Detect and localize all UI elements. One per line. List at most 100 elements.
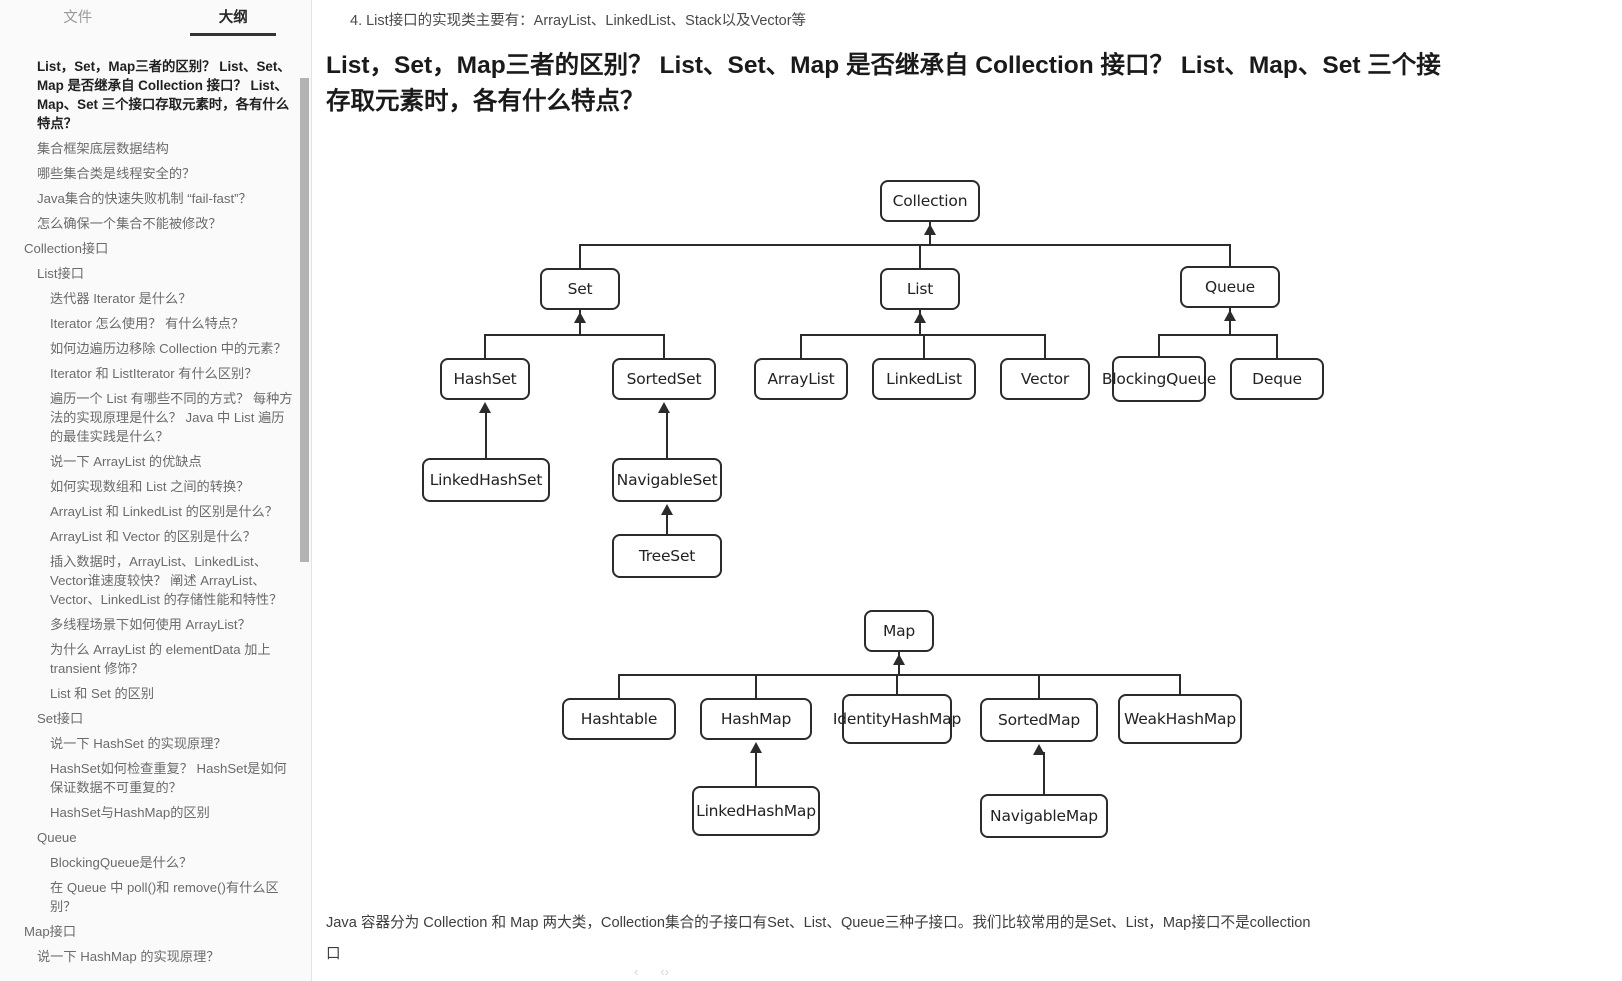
outline-item[interactable]: 如何实现数组和 List 之间的转换？: [0, 474, 311, 499]
outline-item[interactable]: 多线程场景下如何使用 ArrayList？: [0, 612, 311, 637]
tab-outline[interactable]: 大纲: [156, 8, 312, 36]
outline-item[interactable]: 在 Queue 中 poll()和 remove()有什么区别？: [0, 875, 311, 919]
arrow-to-sortedset: [658, 402, 670, 413]
diagram-node-deque: Deque: [1230, 358, 1324, 400]
outline-item-label: Collection接口: [24, 241, 109, 256]
outline-item-label: 遍历一个 List 有哪些不同的方式？ 每种方法的实现原理是什么？ Java 中…: [50, 391, 293, 444]
outline-item[interactable]: 遍历一个 List 有哪些不同的方式？ 每种方法的实现原理是什么？ Java 中…: [0, 386, 311, 449]
outline-item[interactable]: 怎么确保一个集合不能被修改？: [0, 211, 311, 236]
diagram-node-identityhashmap: IdentityHashMap: [833, 694, 961, 744]
edge-set-bus: [484, 334, 665, 336]
outline-item[interactable]: 集合框架底层数据结构: [0, 136, 311, 161]
outline-item-label: 在 Queue 中 poll()和 remove()有什么区别？: [50, 880, 279, 914]
diagram-node-linkedhashset: LinkedHashSet: [422, 458, 550, 502]
diagram-node-navigableset: NavigableSet: [612, 458, 722, 502]
outline-item-label: 多线程场景下如何使用 ArrayList？: [50, 617, 251, 632]
edge-weakhashmap-drop: [1179, 674, 1181, 694]
outline-item-label: Map接口: [24, 924, 77, 939]
outline-item-label: List，Set，Map三者的区别？ List、Set、Map 是否继承自 Co…: [37, 59, 291, 131]
code-view-icon[interactable]: ‹›: [660, 965, 669, 979]
edge-treeset: [666, 512, 668, 534]
page-title-line2: 存取元素时，各有什么特点？: [326, 88, 645, 115]
outline-item[interactable]: 说一下 HashMap 的实现原理？: [0, 944, 311, 969]
arrow-to-sortedmap: [1033, 744, 1045, 755]
edge-bq-drop: [1158, 334, 1160, 356]
edge-hashset-drop: [484, 334, 486, 358]
outline-item[interactable]: Java集合的快速失败机制 “fail-fast”？: [0, 186, 311, 211]
outline-item[interactable]: HashSet如何检查重复？ HashSet是如何保证数据不可重复的？: [0, 756, 311, 800]
diagram-node-hashset: HashSet: [440, 358, 530, 400]
arrow-to-navigableset: [661, 504, 673, 515]
outline-item-label: 迭代器 Iterator 是什么？: [50, 291, 192, 306]
outline-item-label: 说一下 HashSet 的实现原理？: [50, 736, 227, 751]
diagram-node-vector: Vector: [1000, 358, 1090, 400]
outline-item-label: Java集合的快速失败机制 “fail-fast”？: [37, 191, 252, 206]
edge-sortedmap-drop: [1038, 674, 1040, 698]
edge-navigablemap: [1043, 752, 1045, 794]
outline-list: List，Set，Map三者的区别？ List、Set、Map 是否继承自 Co…: [0, 44, 311, 981]
diagram-node-arraylist: ArrayList: [754, 358, 848, 400]
edge-linkedhashmap: [755, 750, 757, 786]
outline-item[interactable]: 为什么 ArrayList 的 elementData 加上 transient…: [0, 637, 311, 681]
diagram-node-queue: Queue: [1180, 266, 1280, 308]
edge-map-bus: [618, 674, 1181, 676]
outline-item[interactable]: Set接口: [0, 706, 311, 731]
app-root: 文件 大纲 List，Set，Map三者的区别？ List、Set、Map 是否…: [0, 0, 1622, 981]
arrow-to-queue: [1224, 310, 1236, 321]
outline-item[interactable]: 说一下 ArrayList 的优缺点: [0, 449, 311, 474]
tab-active-underline: [190, 33, 277, 36]
outline-item-label: List接口: [37, 266, 84, 281]
trailing-paragraph: Java 容器分为 Collection 和 Map 两大类，Collectio…: [326, 908, 1576, 970]
arrow-to-list: [914, 312, 926, 323]
outline-item[interactable]: HashSet与HashMap的区别: [0, 800, 311, 825]
outline-item[interactable]: List 和 Set 的区别: [0, 681, 311, 706]
outline-item[interactable]: Collection接口: [0, 236, 311, 261]
outline-item[interactable]: BlockingQueue是什么？: [0, 850, 311, 875]
outline-item[interactable]: Iterator 和 ListIterator 有什么区别？: [0, 361, 311, 386]
edge-deque-drop: [1276, 334, 1278, 358]
tab-files[interactable]: 文件: [0, 8, 156, 36]
outline-item-label: Queue: [37, 830, 77, 845]
sidebar-scrollbar-track[interactable]: [300, 40, 310, 981]
diagram-node-collection: Collection: [880, 180, 980, 222]
diagram-node-linkedhashmap: LinkedHashMap: [692, 786, 820, 836]
edge-vector-drop: [1044, 334, 1046, 358]
collection-hierarchy-diagram: Collection Set List Queue HashSet SortedSet Ar…: [312, 150, 1422, 890]
outline-item-label: 说一下 HashMap 的实现原理？: [37, 949, 220, 964]
arrow-to-hashmap: [750, 742, 762, 753]
outline-item[interactable]: Iterator 怎么使用？ 有什么特点？: [0, 311, 311, 336]
bottom-toolbar: ‹ ‹›: [634, 965, 669, 979]
edge-queue-bus: [1158, 334, 1278, 336]
outline-item[interactable]: 哪些集合类是线程安全的？: [0, 161, 311, 186]
outline-item-label: 如何实现数组和 List 之间的转换？: [50, 479, 250, 494]
outline-item-label: HashSet与HashMap的区别: [50, 805, 210, 820]
outline-item-label: 为什么 ArrayList 的 elementData 加上 transient…: [50, 642, 271, 676]
outline-item[interactable]: List，Set，Map三者的区别？ List、Set、Map 是否继承自 Co…: [0, 54, 311, 136]
outline-item[interactable]: Map接口: [0, 919, 311, 944]
outline-item[interactable]: ArrayList 和 Vector 的区别是什么？: [0, 524, 311, 549]
sidebar-scrollbar-thumb[interactable]: [300, 78, 309, 562]
edge-list-drop: [919, 244, 921, 268]
outline-item[interactable]: List接口: [0, 261, 311, 286]
edge-arraylist-drop: [800, 334, 802, 358]
edge-navigableset: [666, 410, 668, 458]
edge-set-drop: [579, 244, 581, 268]
outline-item[interactable]: Queue: [0, 825, 311, 850]
sidebar-tabbar: 文件 大纲: [0, 0, 311, 40]
diagram-node-sortedset: SortedSet: [612, 358, 716, 400]
outline-item[interactable]: 如何边遍历边移除 Collection 中的元素？: [0, 336, 311, 361]
diagram-node-blockingqueue: BlockingQueue: [1102, 356, 1216, 402]
outline-item-label: ArrayList 和 LinkedList 的区别是什么？: [50, 504, 278, 519]
prev-page-icon[interactable]: ‹: [634, 965, 638, 979]
diagram-node-map: Map: [864, 610, 934, 652]
outline-sidebar: 文件 大纲 List，Set，Map三者的区别？ List、Set、Map 是否…: [0, 0, 312, 981]
outline-item[interactable]: 插入数据时，ArrayList、LinkedList、Vector谁速度较快？ …: [0, 549, 311, 612]
outline-item-label: 集合框架底层数据结构: [37, 141, 169, 156]
outline-item[interactable]: 说一下 HashSet 的实现原理？: [0, 731, 311, 756]
edge-linkedhashset: [485, 410, 487, 458]
outline-item-label: HashSet如何检查重复？ HashSet是如何保证数据不可重复的？: [50, 761, 287, 795]
arrow-to-set: [574, 312, 586, 323]
outline-item[interactable]: ArrayList 和 LinkedList 的区别是什么？: [0, 499, 311, 524]
outline-item[interactable]: 迭代器 Iterator 是什么？: [0, 286, 311, 311]
edge-identityhashmap-drop: [896, 674, 898, 694]
